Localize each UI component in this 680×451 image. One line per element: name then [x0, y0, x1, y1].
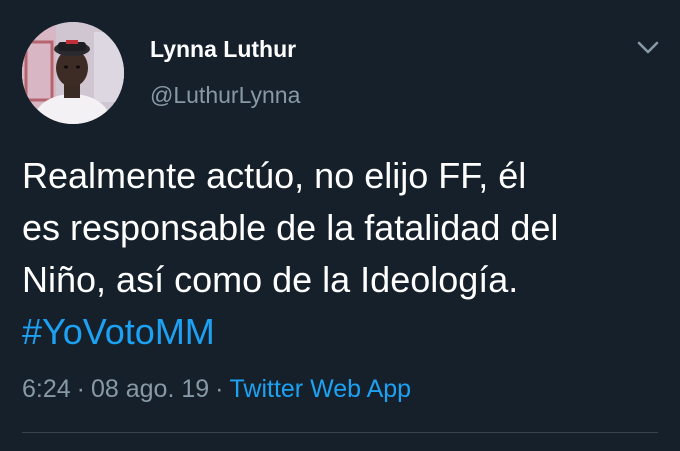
- chevron-down-icon[interactable]: [634, 36, 662, 58]
- tweet-time[interactable]: 6:24: [22, 375, 71, 403]
- meta-separator: ·: [76, 375, 85, 403]
- meta-separator: ·: [215, 375, 224, 403]
- divider: [22, 432, 658, 433]
- tweet-text-line: es responsable de la fatalidad del: [22, 207, 559, 248]
- profile-photo: [22, 22, 124, 124]
- display-name[interactable]: Lynna Luthur: [150, 36, 296, 63]
- hashtag-link[interactable]: #YoVotoMM: [22, 306, 662, 358]
- tweet-date[interactable]: 08 ago. 19: [91, 375, 209, 403]
- tweet-text-line: Niño, así como de la Ideología.: [22, 259, 519, 300]
- tweet-text: Realmente actúo, no elijo FF, él es resp…: [22, 150, 662, 358]
- user-handle[interactable]: @LuthurLynna: [150, 82, 300, 109]
- tweet-text-line: Realmente actúo, no elijo FF, él: [22, 155, 527, 196]
- avatar[interactable]: [22, 22, 124, 124]
- source-link[interactable]: Twitter Web App: [230, 375, 412, 403]
- tweet-card: Lynna Luthur @LuthurLynna Realmente actú…: [0, 0, 680, 451]
- tweet-meta: 6:24 · 08 ago. 19 · Twitter Web App: [22, 375, 411, 404]
